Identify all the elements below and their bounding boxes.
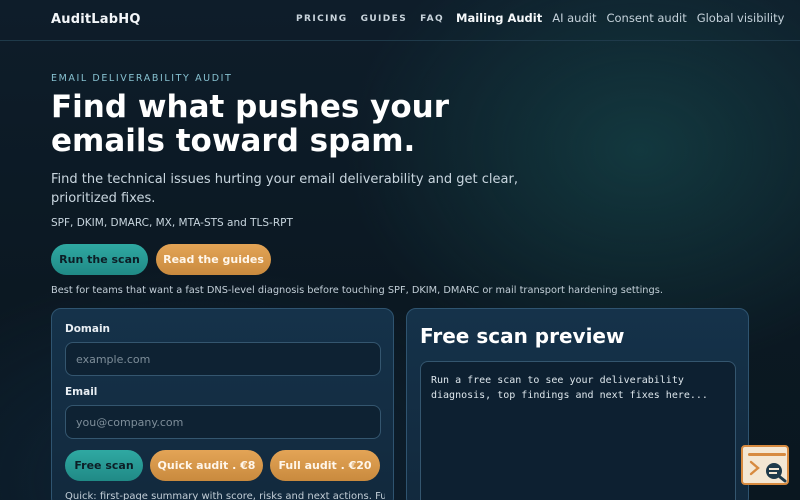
run-scan-button[interactable]: Run the scan: [51, 244, 148, 275]
secondary-nav: PRICING GUIDES FAQ: [296, 14, 444, 24]
scan-preview-card: Free scan preview Run a free scan to see…: [406, 308, 749, 500]
form-actions: Free scan Quick audit . €8 Full audit . …: [65, 450, 380, 481]
hero-subtitle: Find the technical issues hurting your e…: [51, 172, 518, 206]
chevron-right-icon: [749, 460, 760, 476]
preview-title: Free scan preview: [420, 324, 625, 348]
hero-note: Best for teams that want a fast DNS-leve…: [51, 285, 663, 296]
domain-label: Domain: [65, 323, 111, 335]
nav-guides[interactable]: GUIDES: [361, 14, 408, 24]
magnifier-icon: [766, 463, 787, 483]
chat-search-widget-icon[interactable]: [741, 445, 789, 485]
email-label: Email: [65, 386, 98, 398]
widget-bar: [748, 453, 786, 456]
hero-protocols: SPF, DKIM, DMARC, MX, MTA-STS and TLS-RP…: [51, 217, 293, 229]
product-nav: Mailing Audit AI audit Consent audit Glo…: [456, 11, 784, 25]
hero-actions: Run the scan Read the guides: [51, 244, 271, 275]
nav-mailing-audit[interactable]: Mailing Audit: [456, 11, 542, 25]
nav-pricing[interactable]: PRICING: [296, 14, 348, 24]
plan-description: Quick: first-page summary with score, ri…: [65, 491, 385, 500]
full-audit-button[interactable]: Full audit . €20: [270, 450, 380, 481]
site-logo[interactable]: AuditLabHQ: [51, 12, 141, 27]
email-input[interactable]: [65, 405, 381, 439]
domain-input[interactable]: [65, 342, 381, 376]
nav-ai-audit[interactable]: AI audit: [552, 11, 596, 25]
free-scan-button[interactable]: Free scan: [65, 450, 143, 481]
nav-consent-audit[interactable]: Consent audit: [606, 11, 686, 25]
hero-eyebrow: EMAIL DELIVERABILITY AUDIT: [51, 73, 233, 84]
read-guides-button[interactable]: Read the guides: [156, 244, 271, 275]
hero-title: Find what pushes your emails toward spam…: [51, 89, 450, 159]
preview-output: Run a free scan to see your deliverabili…: [420, 361, 736, 500]
site-header: AuditLabHQ PRICING GUIDES FAQ Mailing Au…: [0, 0, 800, 41]
scan-form-card: Domain Email Free scan Quick audit . €8 …: [51, 308, 394, 500]
nav-faq[interactable]: FAQ: [420, 14, 444, 24]
nav-global-visibility[interactable]: Global visibility: [697, 11, 785, 25]
quick-audit-button[interactable]: Quick audit . €8: [150, 450, 263, 481]
